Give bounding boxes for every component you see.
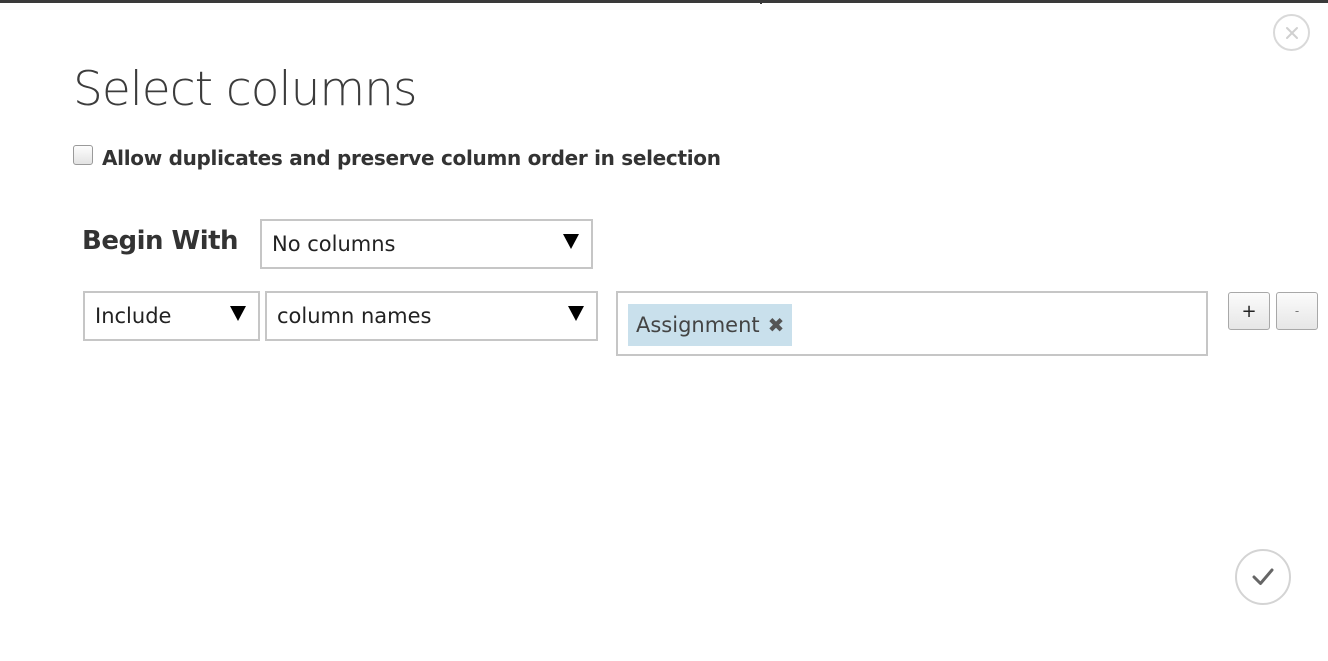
column-selector-type-value: column names [277, 304, 432, 328]
dropdown-arrow-icon [568, 305, 584, 321]
remove-rule-button[interactable]: - [1276, 292, 1318, 330]
dialog-title: Select columns [73, 62, 417, 117]
dropdown-arrow-icon [230, 305, 246, 321]
include-mode-select[interactable]: Include [83, 291, 260, 341]
dropdown-arrow-icon [563, 233, 579, 249]
add-rule-button[interactable]: + [1228, 292, 1270, 330]
column-tag: Assignment ✖ [628, 304, 793, 346]
close-icon [1285, 26, 1298, 39]
remove-tag-icon[interactable]: ✖ [768, 315, 785, 335]
allow-duplicates-option[interactable]: Allow duplicates and preserve column ord… [73, 143, 721, 173]
begin-with-label: Begin With [82, 226, 239, 256]
checkmark-icon [1252, 568, 1274, 585]
begin-with-select[interactable]: No columns [260, 219, 593, 269]
top-border-notch [760, 0, 762, 4]
column-tag-label: Assignment [636, 313, 760, 337]
allow-duplicates-label: Allow duplicates and preserve column ord… [102, 146, 721, 170]
close-button[interactable] [1273, 14, 1310, 51]
confirm-button[interactable] [1235, 549, 1291, 605]
allow-duplicates-checkbox[interactable] [73, 144, 93, 165]
column-names-input[interactable]: Assignment ✖ [616, 291, 1208, 356]
column-selector-type-select[interactable]: column names [265, 291, 598, 341]
top-border [0, 0, 1328, 3]
begin-with-value: No columns [272, 232, 396, 256]
include-mode-value: Include [95, 304, 172, 328]
